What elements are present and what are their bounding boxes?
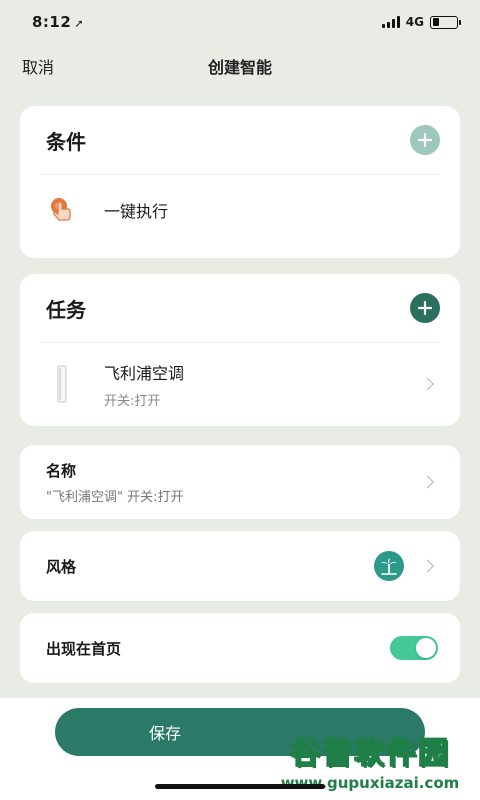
home-indicator [155, 784, 325, 789]
save-label: 保存 [148, 724, 181, 743]
cancel-button[interactable]: 取消 [22, 54, 54, 78]
add-condition-button[interactable] [410, 125, 440, 155]
chevron-right-icon [421, 475, 434, 489]
name-row[interactable]: 名称 "飞利浦空调" 开关:打开 [20, 445, 460, 519]
watermark-brand: 谷普软件园 [289, 735, 450, 772]
status-indicators: 4G [381, 15, 461, 29]
name-text: 名称 "飞利浦空调" 开关:打开 [46, 460, 183, 505]
task-title: 任务 [46, 297, 86, 322]
condition-header: 条件 [20, 106, 460, 174]
home-row: 出现在首页 [20, 613, 460, 683]
status-time: 8:12 ➚ [32, 13, 84, 31]
nav-bar: 取消 创建智能 [0, 44, 480, 88]
task-card: 任务 飞利浦空调 开关:打开 [20, 274, 460, 426]
page-title: 创建智能 [207, 58, 272, 77]
name-card[interactable]: 名称 "飞利浦空调" 开关:打开 [20, 445, 460, 519]
style-row[interactable]: 风格 [20, 531, 460, 601]
home-card: 出现在首页 [20, 613, 460, 683]
signal-icon [381, 16, 400, 28]
style-label: 风格 [46, 557, 77, 576]
clock-text: 8:12 [32, 13, 72, 31]
name-value: "飞利浦空调" 开关:打开 [46, 489, 184, 505]
style-card[interactable]: 风格 [20, 531, 460, 601]
chevron-right-icon [421, 559, 434, 573]
home-label: 出现在首页 [46, 639, 122, 658]
condition-card: 条件 一键执行 [20, 106, 460, 258]
plus-icon [418, 133, 432, 147]
task-header: 任务 [20, 274, 460, 342]
task-item[interactable]: 飞利浦空调 开关:打开 [20, 343, 460, 425]
condition-item[interactable]: 一键执行 [20, 175, 460, 245]
watermark-url: www.gupuxiazai.com [276, 774, 464, 792]
location-arrow-icon: ➚ [74, 17, 85, 30]
network-type: 4G [405, 15, 424, 29]
chevron-right-icon [421, 377, 434, 391]
plus-icon [418, 301, 432, 315]
condition-title: 条件 [46, 129, 86, 154]
beach-palm-icon [374, 551, 404, 581]
add-task-button[interactable] [410, 293, 440, 323]
air-conditioner-icon [48, 364, 76, 404]
show-on-home-toggle[interactable] [390, 636, 438, 660]
device-action: 开关:打开 [104, 393, 161, 409]
battery-icon [430, 15, 461, 29]
tap-hand-icon [48, 196, 76, 224]
toggle-knob [416, 638, 436, 658]
status-bar: 8:12 ➚ 4G [0, 0, 480, 44]
task-text: 飞利浦空调 开关:打开 [104, 360, 184, 409]
condition-label: 一键执行 [104, 202, 169, 221]
device-name: 飞利浦空调 [104, 363, 185, 383]
name-label: 名称 [46, 461, 77, 480]
